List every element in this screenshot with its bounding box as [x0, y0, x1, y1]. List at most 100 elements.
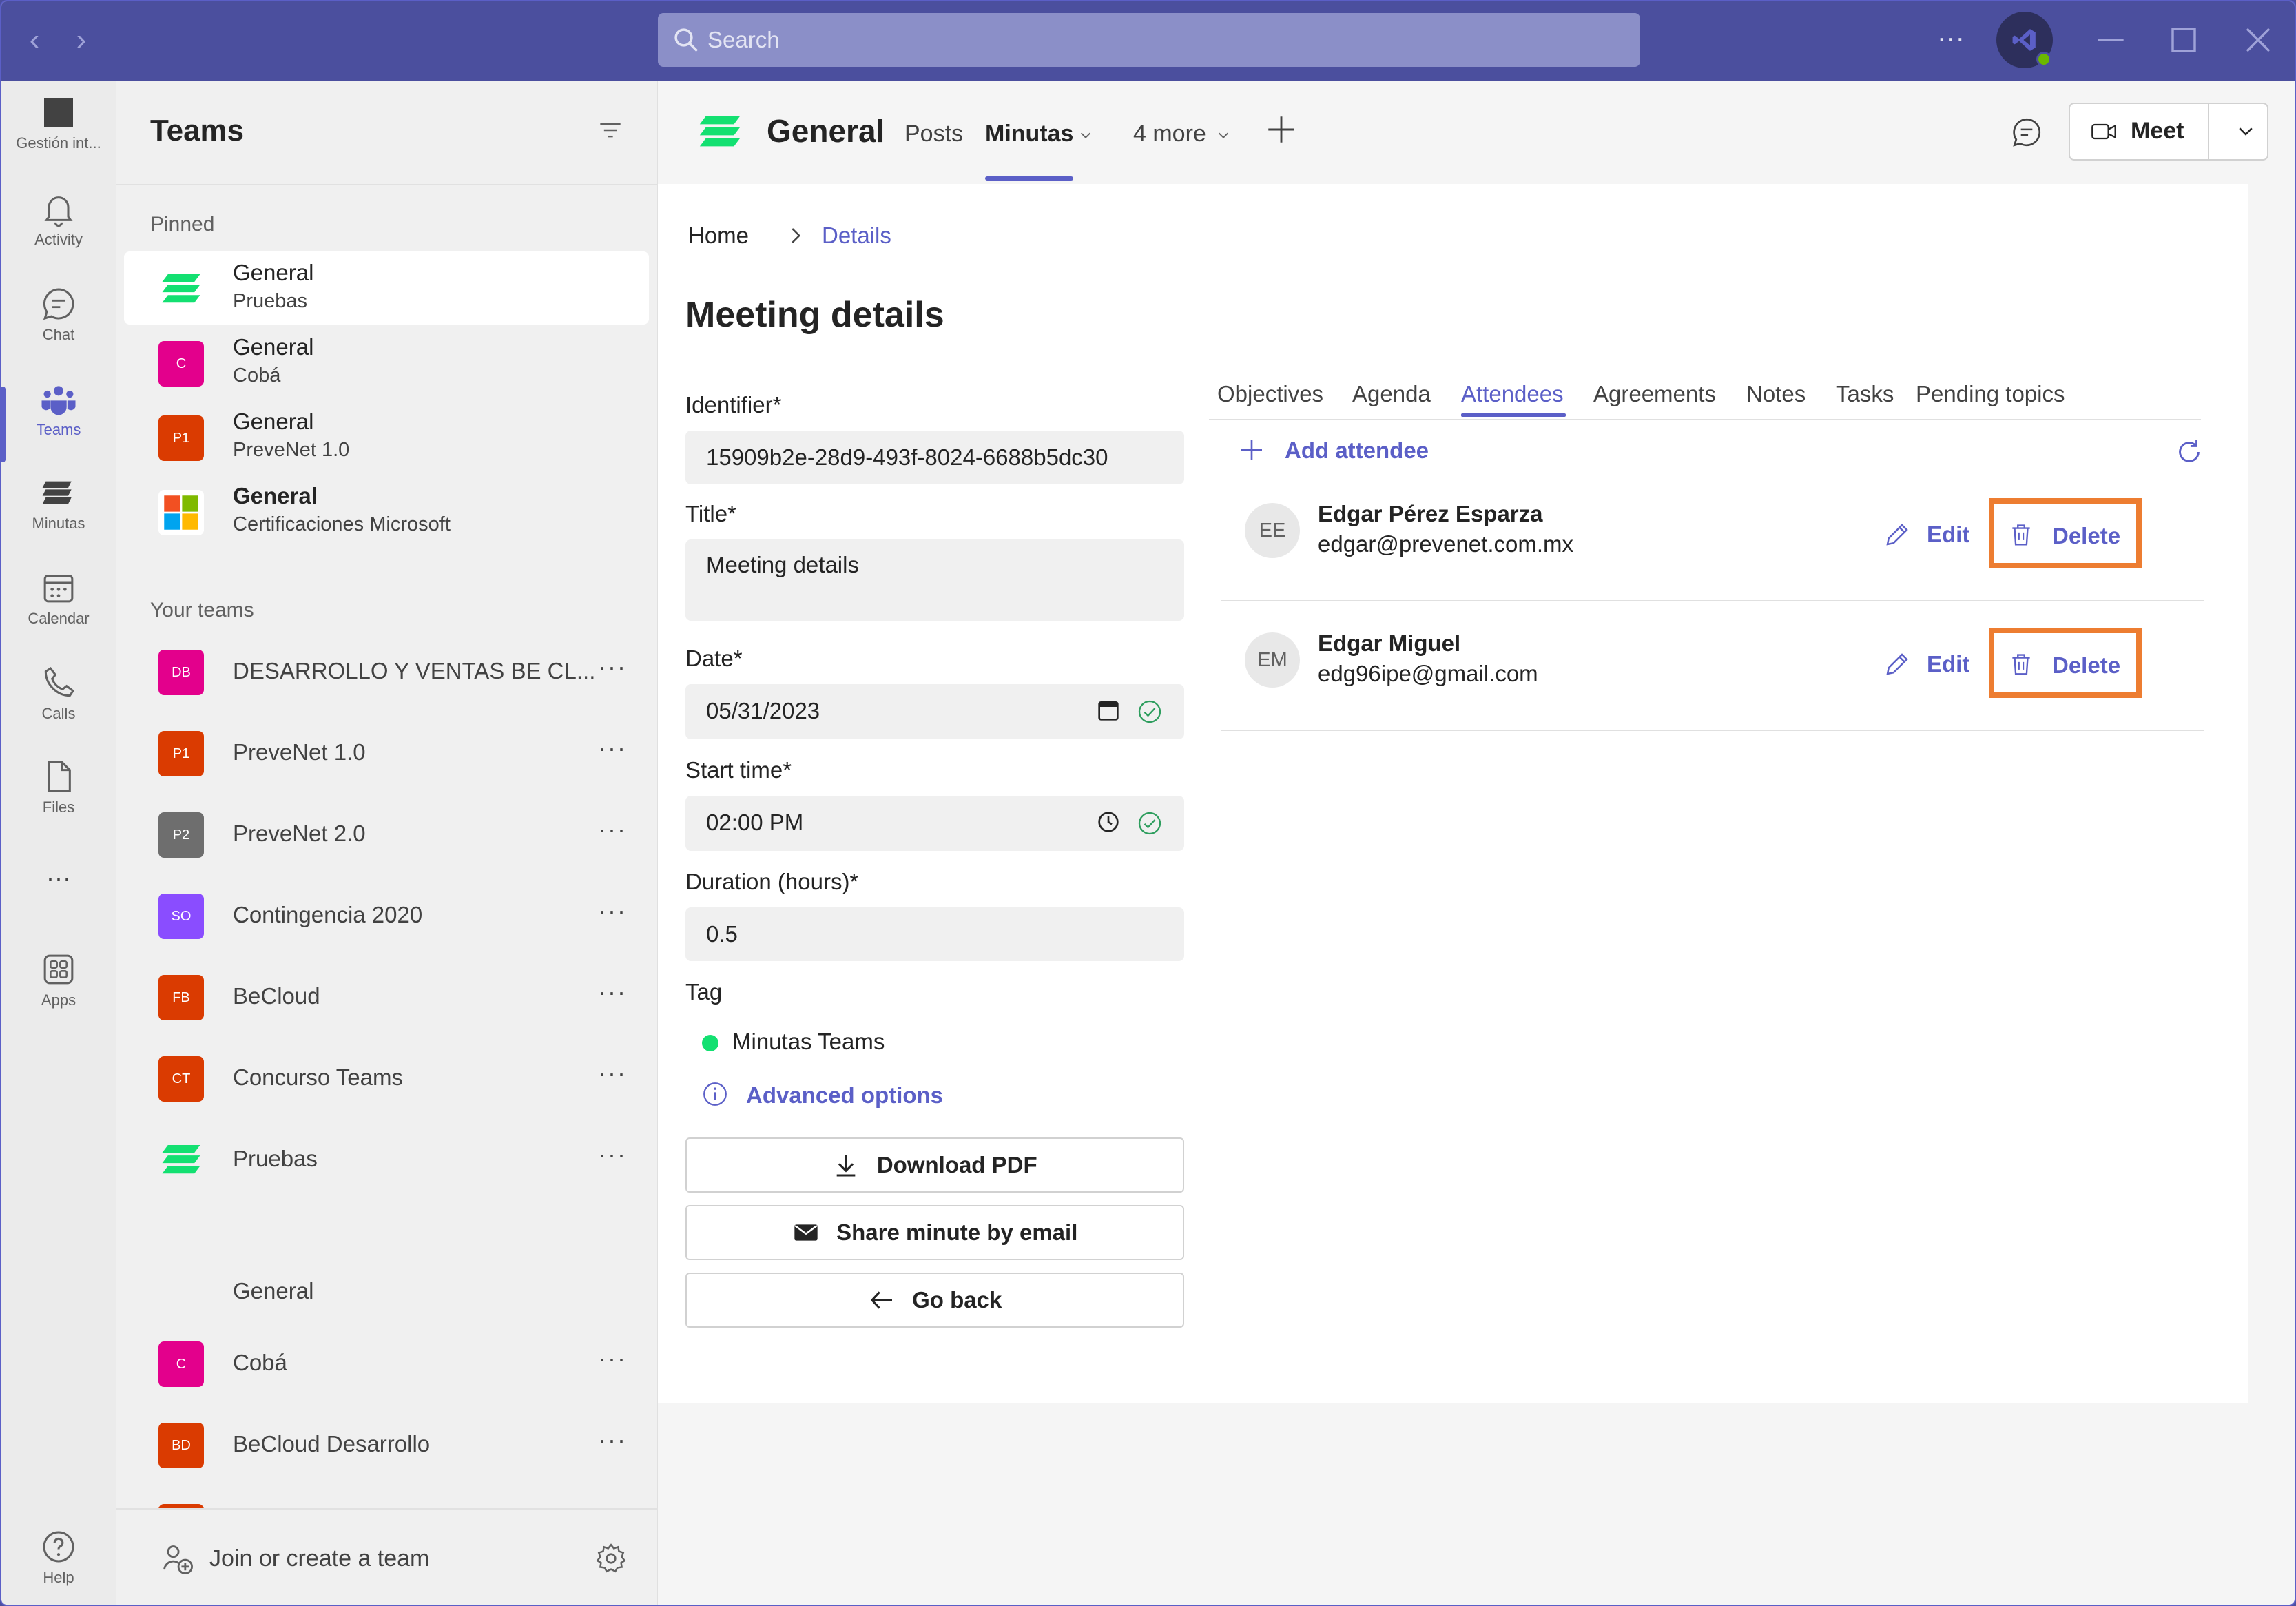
- close-icon[interactable]: [2236, 18, 2280, 62]
- rail-item-more[interactable]: ···: [1, 861, 116, 950]
- tag-value[interactable]: Minutas Teams: [732, 1029, 885, 1055]
- gear-icon[interactable]: [594, 1541, 628, 1576]
- team-name: Contingencia 2020: [233, 902, 423, 927]
- plus-icon[interactable]: [1238, 436, 1265, 464]
- tab-tasks[interactable]: Tasks: [1836, 381, 1894, 407]
- tab-pending-topics[interactable]: Pending topics: [1916, 381, 2065, 407]
- date-field[interactable]: 05/31/2023: [685, 684, 1184, 739]
- clock-icon[interactable]: [1095, 808, 1122, 836]
- team-item[interactable]: P2 PreveNet 2.0 ···: [124, 799, 649, 870]
- team-item[interactable]: P1 PreveNet 1.0 ···: [124, 717, 649, 789]
- edit-button[interactable]: Edit: [1927, 522, 1969, 548]
- search-icon: [674, 28, 698, 52]
- tab-agenda[interactable]: Agenda: [1352, 381, 1431, 407]
- tab-minutas[interactable]: Minutas: [985, 121, 1073, 147]
- breadcrumb-current: Details: [822, 223, 891, 248]
- page-title: Meeting details: [685, 295, 944, 335]
- start-time-field[interactable]: 02:00 PM: [685, 796, 1184, 851]
- refresh-icon[interactable]: [2173, 436, 2205, 468]
- search-input[interactable]: Search: [658, 13, 1640, 67]
- more-options-icon[interactable]: ···: [598, 978, 627, 1007]
- title-label: Title*: [685, 501, 736, 526]
- more-options-icon[interactable]: ···: [598, 1140, 627, 1169]
- duration-field[interactable]: 0.5: [685, 907, 1184, 961]
- filter-icon[interactable]: [595, 115, 625, 145]
- advanced-options-link[interactable]: Advanced options: [746, 1082, 943, 1109]
- rail-item-help[interactable]: Help: [1, 1527, 116, 1605]
- rail-item-gestion[interactable]: Gestión int...: [1, 93, 116, 183]
- date-label: Date*: [685, 646, 743, 671]
- share-email-button[interactable]: Share minute by email: [685, 1205, 1184, 1260]
- team-item[interactable]: BD BeCloud Desarrollo ···: [124, 1409, 649, 1481]
- team-name: BeCloud: [233, 983, 320, 1009]
- app-rail: Gestión int... Activity Chat Teams Minut…: [1, 81, 116, 1605]
- duration-label: Duration (hours)*: [685, 869, 859, 894]
- more-options-icon[interactable]: ···: [598, 815, 627, 844]
- channel-item-general[interactable]: General: [233, 1278, 313, 1304]
- microsoft-logo-icon: [158, 490, 204, 535]
- delete-label: Delete: [2052, 523, 2121, 548]
- join-create-team-link[interactable]: Join or create a team: [209, 1545, 429, 1572]
- identifier-field[interactable]: 15909b2e-28d9-493f-8024-6688b5dc30: [685, 431, 1184, 484]
- chevron-down-icon[interactable]: [2235, 121, 2256, 141]
- rail-item-teams[interactable]: Teams: [1, 380, 116, 469]
- team-item[interactable]: DB DESARROLLO Y VENTAS BE CL... ···: [124, 636, 649, 708]
- download-pdf-button[interactable]: Download PDF: [685, 1137, 1184, 1193]
- more-options-icon[interactable]: ···: [598, 1344, 627, 1373]
- conversation-icon[interactable]: [2009, 115, 2044, 150]
- delete-button[interactable]: Delete: [1989, 628, 2142, 698]
- chevron-down-icon[interactable]: [1078, 127, 1093, 143]
- more-options-icon[interactable]: ···: [598, 1059, 627, 1088]
- tab-posts[interactable]: Posts: [904, 121, 963, 147]
- rail-item-minutas[interactable]: Minutas: [1, 473, 116, 563]
- team-item[interactable]: Pruebas ···: [124, 1124, 649, 1195]
- minimize-icon[interactable]: [2089, 18, 2133, 62]
- team-item[interactable]: FB BeCloud ···: [124, 961, 649, 1033]
- channel-header: General Posts Minutas 4 more Meet: [658, 81, 2295, 184]
- tab-objectives[interactable]: Objectives: [1217, 381, 1323, 407]
- pinned-channel-general-prevenet[interactable]: P1 General PreveNet 1.0: [124, 400, 649, 473]
- team-item[interactable]: [124, 1490, 649, 1508]
- add-tab-icon[interactable]: [1264, 112, 1299, 147]
- forward-arrow-icon[interactable]: ›: [61, 19, 102, 61]
- rail-item-chat[interactable]: Chat: [1, 285, 116, 374]
- calendar-picker-icon[interactable]: [1095, 697, 1122, 724]
- delete-button[interactable]: Delete: [1989, 498, 2142, 568]
- rail-item-calendar[interactable]: Calendar: [1, 568, 116, 658]
- divider: [116, 184, 658, 185]
- pencil-icon[interactable]: [1883, 650, 1912, 679]
- pencil-icon[interactable]: [1883, 520, 1912, 549]
- more-options-icon[interactable]: ···: [598, 896, 627, 925]
- team-item[interactable]: CT Concurso Teams ···: [124, 1042, 649, 1114]
- tab-attendees[interactable]: Attendees: [1461, 381, 1564, 407]
- pinned-channel-general-certificaciones[interactable]: General Certificaciones Microsoft: [124, 475, 649, 548]
- tab-agreements[interactable]: Agreements: [1593, 381, 1716, 407]
- more-options-icon[interactable]: ···: [598, 734, 627, 763]
- search-placeholder: Search: [707, 27, 780, 52]
- team-item[interactable]: SO Contingencia 2020 ···: [124, 880, 649, 951]
- rail-item-activity[interactable]: Activity: [1, 189, 116, 279]
- edit-button[interactable]: Edit: [1927, 651, 1969, 677]
- tag-color-dot: [702, 1035, 718, 1051]
- tab-more[interactable]: 4 more: [1133, 121, 1206, 147]
- active-tab-indicator: [1461, 413, 1566, 417]
- more-options-icon[interactable]: ···: [598, 1425, 627, 1454]
- maximize-icon[interactable]: [2162, 18, 2206, 62]
- chevron-down-icon[interactable]: [1216, 127, 1231, 143]
- go-back-button[interactable]: Go back: [685, 1273, 1184, 1328]
- title-field[interactable]: Meeting details: [685, 539, 1184, 621]
- profile-avatar[interactable]: [1996, 12, 2053, 68]
- pinned-channel-general-coba[interactable]: C General Cobá: [124, 326, 649, 399]
- tab-notes[interactable]: Notes: [1746, 381, 1806, 407]
- rail-item-files[interactable]: Files: [1, 757, 116, 847]
- pinned-channel-general-pruebas[interactable]: General Pruebas: [124, 251, 649, 325]
- more-options-icon[interactable]: ···: [1937, 21, 1965, 55]
- rail-item-calls[interactable]: Calls: [1, 663, 116, 753]
- team-item[interactable]: C Cobá ···: [124, 1328, 649, 1399]
- rail-item-apps[interactable]: Apps: [1, 950, 116, 1040]
- add-attendee-button[interactable]: Add attendee: [1285, 437, 1429, 464]
- more-options-icon[interactable]: ···: [598, 652, 627, 681]
- back-arrow-icon[interactable]: ‹: [14, 19, 55, 61]
- team-name: Concurso Teams: [233, 1064, 404, 1090]
- breadcrumb-home[interactable]: Home: [688, 223, 749, 249]
